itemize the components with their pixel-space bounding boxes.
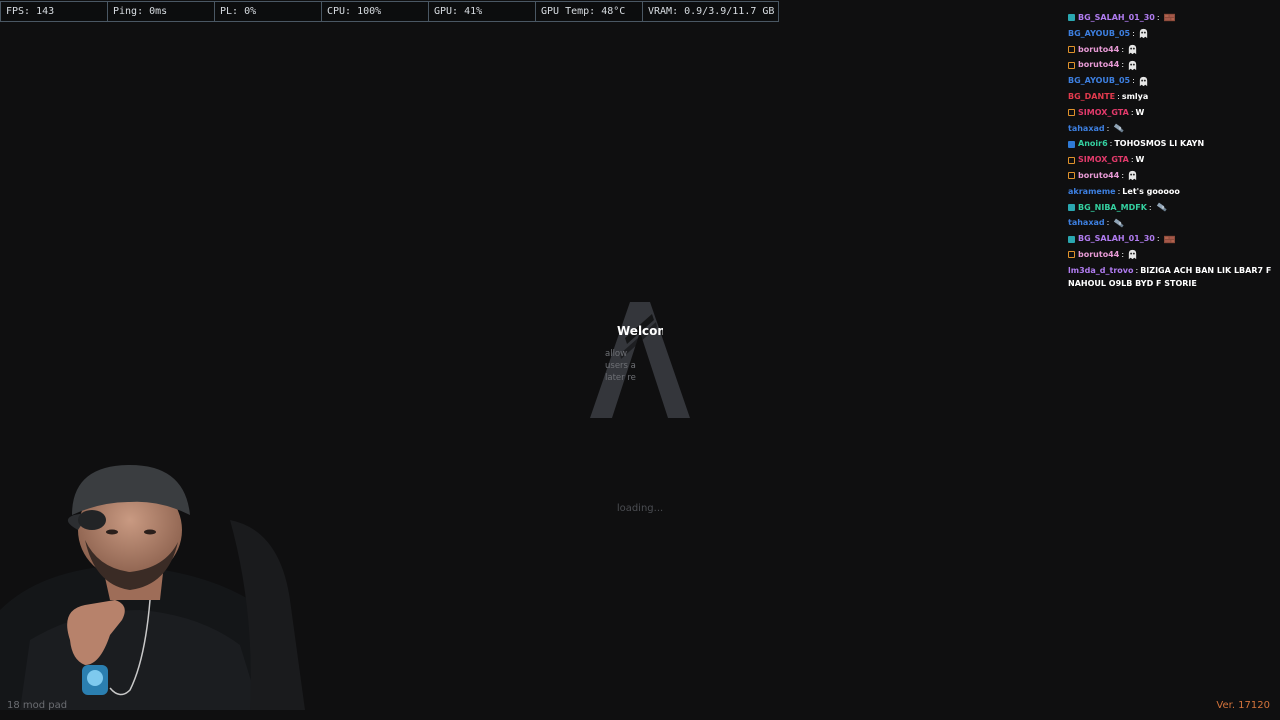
chat-message: BG_DANTE: smlya — [1068, 89, 1280, 105]
chat-separator: : — [1121, 60, 1125, 70]
perf-gpu: GPU: 41% — [429, 2, 536, 21]
orange-badge-icon — [1068, 156, 1075, 164]
chat-username[interactable]: Anoir6 — [1078, 136, 1108, 152]
chat-message-text: W — [1135, 155, 1145, 165]
orange-badge-icon — [1068, 109, 1075, 117]
chat-username[interactable]: tahaxad — [1068, 215, 1105, 231]
chat-separator: : — [1106, 123, 1110, 133]
chat-username[interactable]: boruto44 — [1078, 42, 1119, 58]
perf-ping: Ping: 0ms — [108, 2, 215, 21]
logo-title: Welcome — [617, 324, 663, 338]
teal-badge-icon — [1068, 235, 1075, 243]
ghost-emote — [1139, 29, 1147, 39]
ghost-emote — [1128, 250, 1137, 260]
orange-badge-icon — [1068, 61, 1075, 69]
mods-loaded-text: 18 mod pad — [7, 700, 68, 711]
performance-overlay: FPS: 143 Ping: 0ms PL: 0% CPU: 100% GPU: 41%… — [0, 1, 779, 22]
brick-emote — [1163, 235, 1175, 243]
chat-separator: : — [1121, 170, 1125, 180]
orange-badge-icon — [1068, 251, 1075, 259]
ghost-emote — [1128, 171, 1137, 181]
ghost-emote — [1128, 60, 1137, 70]
perf-gpu-temp: GPU Temp: 48°C — [536, 2, 643, 21]
chat-message: lm3da_d_trovo: BIZIGA ACH BAN LIK LBAR7 F… — [1068, 264, 1280, 290]
perf-pl: PL: 0% — [215, 2, 322, 21]
chat-message: Anoir6: TOHOSMOS LI KAYN — [1068, 136, 1280, 152]
game-logo: Welcome allow users a later re — [590, 302, 690, 418]
orange-badge-icon — [1068, 45, 1075, 53]
logo-description: allow users a later re — [605, 349, 636, 383]
perf-vram: VRAM: 0.9/3.9/11.7 GB — [648, 6, 775, 17]
chat-username[interactable]: BG_NIBA_MDFK — [1078, 200, 1147, 216]
chat-separator: : — [1109, 139, 1113, 149]
chat-username[interactable]: SIMOX_GTA — [1078, 152, 1129, 168]
chat-message: boruto44: — [1068, 168, 1280, 184]
ghost-emote — [1128, 44, 1137, 55]
chat-separator: : — [1156, 234, 1160, 244]
chat-message: boruto44: — [1068, 247, 1280, 263]
blue-badge-icon — [1068, 140, 1075, 148]
chat-message: SIMOX_GTA: W — [1068, 105, 1280, 121]
chat-username[interactable]: lm3da_d_trovo — [1068, 266, 1133, 275]
chat-overlay: BG_SALAH_01_30: BG_AYOUB_05: boruto44: boru… — [1068, 10, 1280, 290]
chat-message: SIMOX_GTA: W — [1068, 152, 1280, 168]
chat-separator: : — [1132, 76, 1135, 86]
chat-message: boruto44: — [1068, 42, 1280, 58]
chat-username[interactable]: BG_SALAH_01_30 — [1078, 10, 1155, 26]
chat-separator: : — [1156, 13, 1160, 22]
chat-username[interactable]: boruto44 — [1078, 247, 1119, 263]
chat-separator: : — [1117, 91, 1120, 101]
chat-message-text: smlya — [1121, 91, 1149, 101]
chat-message: tahaxad: — [1068, 215, 1280, 231]
chat-message-text: Let's gooooo — [1122, 186, 1180, 196]
chat-separator: : — [1130, 155, 1134, 165]
chat-message-text: W — [1135, 107, 1145, 117]
chat-message: BG_NIBA_MDFK: — [1068, 200, 1280, 216]
perf-cpu: CPU: 100% — [322, 2, 429, 21]
chat-separator: : — [1121, 44, 1125, 54]
chat-separator: : — [1117, 186, 1121, 196]
webcam-feed — [0, 460, 305, 710]
teal-badge-icon — [1068, 203, 1075, 211]
chat-separator: : — [1130, 107, 1134, 117]
chat-username[interactable]: akrameme — [1068, 184, 1116, 200]
chat-separator: : — [1106, 218, 1110, 228]
chat-separator: : — [1121, 249, 1125, 259]
version-label: Ver. 17120 — [1216, 700, 1270, 711]
brick-emote — [1163, 14, 1175, 22]
perf-fps: FPS: 143 — [1, 2, 108, 21]
chat-username[interactable]: BG_AYOUB_05 — [1068, 26, 1130, 42]
chat-username[interactable]: tahaxad — [1068, 121, 1105, 137]
game-loading-screen: FPS: 143 Ping: 0ms PL: 0% CPU: 100% GPU: 41%… — [0, 0, 1280, 720]
satellite-emote — [1156, 202, 1167, 212]
chat-message: BG_AYOUB_05: — [1068, 26, 1280, 42]
chat-separator: : — [1148, 202, 1152, 212]
teal-badge-icon — [1068, 14, 1075, 22]
chat-message: BG_SALAH_01_30: — [1068, 231, 1280, 247]
chat-message: tahaxad: — [1068, 121, 1280, 137]
chat-username[interactable]: boruto44 — [1078, 168, 1119, 184]
chat-username[interactable]: BG_DANTE — [1068, 89, 1115, 105]
chat-message: BG_SALAH_01_30: — [1068, 10, 1280, 26]
chat-username[interactable]: SIMOX_GTA — [1078, 105, 1129, 121]
chat-username[interactable]: boruto44 — [1078, 57, 1119, 73]
satellite-emote — [1114, 123, 1124, 133]
streamer-image — [0, 465, 305, 710]
chat-message: BG_AYOUB_05: — [1068, 73, 1280, 89]
chat-username[interactable]: BG_AYOUB_05 — [1068, 73, 1130, 89]
chat-separator: : — [1135, 265, 1139, 275]
chat-message-text: TOHOSMOS LI KAYN — [1114, 139, 1205, 149]
chat-message: akrameme: Let's gooooo — [1068, 184, 1280, 200]
chat-message: boruto44: — [1068, 57, 1280, 73]
chat-separator: : — [1132, 28, 1135, 38]
chat-username[interactable]: BG_SALAH_01_30 — [1078, 231, 1155, 247]
satellite-emote — [1114, 218, 1124, 228]
ghost-emote — [1139, 76, 1147, 86]
orange-badge-icon — [1068, 172, 1075, 180]
